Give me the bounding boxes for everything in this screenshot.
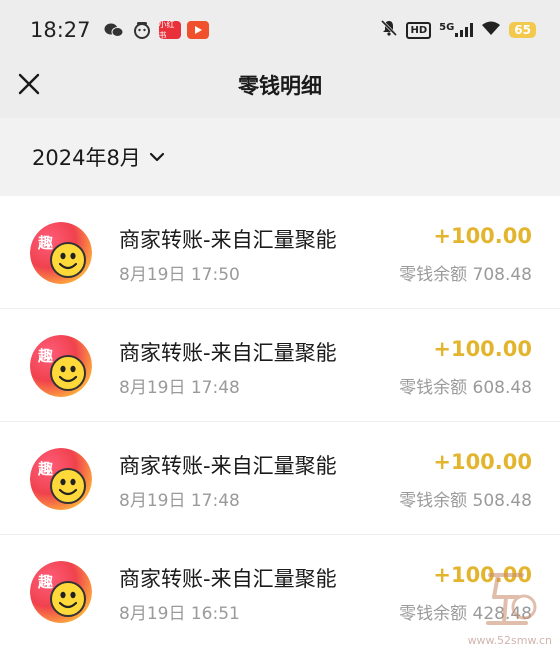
transaction-balance: 零钱余额 608.48 [399, 378, 532, 398]
transaction-title: 商家转账-来自汇量聚能 [119, 454, 337, 478]
hd-badge: HD [406, 21, 432, 39]
transaction-time: 8月19日 16:51 [119, 604, 240, 624]
mute-icon [380, 19, 398, 41]
transaction-row[interactable]: 趣 商家转账-来自汇量聚能 8月19日 17:48 +100.00 零钱余额 5… [0, 422, 560, 535]
merchant-avatar: 趣 [30, 561, 92, 623]
transaction-list: 趣 商家转账-来自汇量聚能 8月19日 17:50 +100.00 零钱余额 7… [0, 196, 560, 657]
merchant-avatar: 趣 [30, 448, 92, 510]
merchant-avatar: 趣 [30, 222, 92, 284]
page-title: 零钱明细 [238, 74, 322, 98]
watermark-text: www.52smw.cn [467, 634, 552, 647]
month-label: 2024年8月 [32, 146, 141, 170]
transaction-time: 8月19日 17:50 [119, 265, 240, 285]
transaction-title: 商家转账-来自汇量聚能 [119, 228, 337, 252]
svg-text:趣: 趣 [37, 347, 54, 365]
status-bar: 18:27 小红书 HD 5G 65 [0, 0, 560, 60]
transaction-balance: 零钱余额 508.48 [399, 491, 532, 511]
transaction-balance: 零钱余额 708.48 [399, 265, 532, 285]
merchant-avatar: 趣 [30, 335, 92, 397]
status-indicators: HD 5G 65 [380, 19, 536, 41]
transaction-amount: +100.00 [433, 337, 532, 361]
signal-icon [455, 23, 474, 37]
wifi-icon [481, 20, 501, 40]
header-bar: 零钱明细 [0, 60, 560, 118]
red-app-icon: 小红书 [158, 20, 181, 40]
transaction-row[interactable]: 趣 商家转账-来自汇量聚能 8月19日 17:48 +100.00 零钱余额 6… [0, 309, 560, 422]
video-app-icon [186, 21, 209, 39]
svg-text:趣: 趣 [37, 573, 54, 591]
transaction-amount: +100.00 [433, 450, 532, 474]
face-icon [131, 21, 153, 39]
svg-text:趣: 趣 [37, 234, 54, 252]
transaction-title: 商家转账-来自汇量聚能 [119, 567, 337, 591]
cellular-signal: 5G [439, 23, 474, 37]
battery-indicator: 65 [509, 22, 536, 38]
transaction-row[interactable]: 趣 商家转账-来自汇量聚能 8月19日 17:50 +100.00 零钱余额 7… [0, 196, 560, 309]
transaction-title: 商家转账-来自汇量聚能 [119, 341, 337, 365]
wechat-icon [103, 21, 125, 39]
watermark-logo [486, 573, 537, 625]
month-filter[interactable]: 2024年8月 [0, 118, 560, 196]
svg-text:趣: 趣 [37, 460, 54, 478]
transaction-amount: +100.00 [433, 224, 532, 248]
transaction-row[interactable]: 趣 商家转账-来自汇量聚能 8月19日 16:51 +100.00 零钱余额 4… [0, 535, 560, 648]
chevron-down-icon [149, 151, 165, 163]
status-time: 18:27 [30, 18, 91, 42]
transaction-time: 8月19日 17:48 [119, 378, 240, 398]
transaction-time: 8月19日 17:48 [119, 491, 240, 511]
